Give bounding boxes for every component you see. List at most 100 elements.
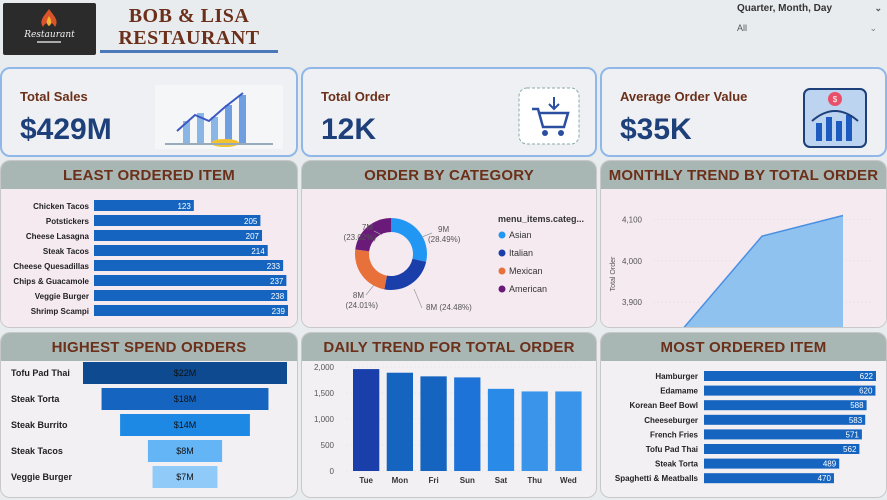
data-label: 571 bbox=[846, 430, 860, 439]
daily-column-chart: 0 500 1,000 1,500 2,000 Tue Mon Fri Sun Sat Thu Wed bbox=[314, 363, 582, 485]
x-tick-label: Sat bbox=[495, 476, 508, 485]
bar bbox=[94, 260, 284, 271]
legend-marker bbox=[498, 285, 506, 293]
y-tick-label: 500 bbox=[321, 441, 335, 450]
kpi-label: Average Order Value bbox=[620, 89, 748, 104]
data-label: 470 bbox=[818, 474, 832, 483]
panel-title: DAILY TREND FOR TOTAL ORDER bbox=[302, 333, 596, 361]
category-label: Shrimp Scampi bbox=[31, 307, 89, 316]
x-tick-label: Mon bbox=[392, 476, 409, 485]
slice-label: (28.49%) bbox=[428, 235, 461, 244]
dashboard-title: BOB & LISA RESTAURANT bbox=[100, 5, 278, 53]
kpi-value: $429M bbox=[20, 113, 112, 146]
bar bbox=[94, 275, 287, 286]
donut-slice bbox=[391, 218, 427, 262]
legend-entry: American bbox=[509, 284, 547, 294]
y-tick-label: 4,000 bbox=[622, 257, 643, 266]
category-label: Veggie Burger bbox=[11, 472, 73, 482]
money-chart-icon: $ bbox=[803, 88, 867, 148]
donut-slice bbox=[384, 258, 427, 290]
donut-slice bbox=[355, 249, 387, 290]
legend-marker bbox=[498, 267, 506, 275]
bar bbox=[353, 369, 380, 471]
date-slicer[interactable]: Quarter, Month, Day ⌄ All ⌄ bbox=[737, 3, 882, 34]
kpi-label: Total Sales bbox=[20, 89, 88, 104]
shopping-cart-icon bbox=[518, 87, 580, 145]
panel-title: MONTHLY TREND BY TOTAL ORDER bbox=[601, 161, 886, 189]
data-label: 205 bbox=[244, 217, 258, 226]
bar bbox=[521, 391, 548, 471]
data-label: 583 bbox=[849, 416, 863, 425]
category-label: Chicken Tacos bbox=[33, 202, 89, 211]
category-label: Tofu Pad Thai bbox=[11, 368, 70, 378]
legend-title: menu_items.categ... bbox=[498, 214, 584, 224]
bar bbox=[704, 385, 876, 396]
slice-label: 8M (24.48%) bbox=[426, 303, 472, 312]
bar bbox=[94, 305, 288, 316]
y-tick-label: 2,000 bbox=[314, 363, 335, 372]
y-tick-label: 0 bbox=[330, 467, 335, 476]
leader-line bbox=[365, 284, 375, 296]
category-donut-chart: 9M(28.49%) 8M (24.48%) 8M(24.01%) 7M(23.02%… bbox=[344, 214, 585, 312]
chevron-down-icon[interactable]: ⌄ bbox=[874, 3, 882, 14]
slice-label: 9M bbox=[438, 225, 449, 234]
data-label: 238 bbox=[271, 292, 285, 301]
bar bbox=[420, 376, 447, 471]
bar bbox=[555, 391, 582, 471]
bar-chart-illustration-icon bbox=[155, 85, 283, 149]
data-label: $14M bbox=[174, 420, 197, 430]
bar bbox=[704, 414, 866, 425]
bar bbox=[94, 245, 268, 256]
bar bbox=[454, 377, 481, 471]
data-label: 620 bbox=[859, 387, 873, 396]
legend-entry: Italian bbox=[509, 248, 533, 258]
data-label: 123 bbox=[177, 202, 191, 211]
category-label: Steak Torta bbox=[11, 394, 60, 404]
bar bbox=[386, 372, 414, 471]
legend-entry: Mexican bbox=[509, 266, 543, 276]
y-tick-label: 1,500 bbox=[314, 389, 335, 398]
panel-title: MOST ORDERED ITEM bbox=[601, 333, 886, 361]
data-label: 622 bbox=[860, 372, 874, 381]
bar bbox=[94, 215, 261, 226]
logo-text: Restaurant bbox=[24, 30, 75, 40]
legend-marker bbox=[498, 231, 506, 239]
data-label: $18M bbox=[174, 394, 197, 404]
bar bbox=[704, 371, 876, 381]
data-label: 207 bbox=[246, 232, 260, 241]
monthly-area-chart: Total Order3,9004,0004,100FebruaryJanuar… bbox=[610, 214, 871, 327]
category-label: Tofu Pad Thai bbox=[646, 445, 698, 454]
bar bbox=[704, 400, 867, 411]
category-label: Hamburger bbox=[655, 372, 698, 381]
category-label: Cheeseburger bbox=[644, 416, 698, 425]
title-line-2: RESTAURANT bbox=[118, 27, 260, 49]
data-label: $7M bbox=[176, 472, 194, 482]
restaurant-logo: Restaurant bbox=[3, 3, 96, 55]
y-axis-title: Total Order bbox=[610, 256, 617, 291]
slicer-value: All bbox=[737, 23, 748, 33]
panel-daily-trend: DAILY TREND FOR TOTAL ORDER 0 500 1,000 1,5… bbox=[301, 332, 597, 498]
data-label: $8M bbox=[176, 446, 194, 456]
y-tick-label: 4,100 bbox=[622, 216, 643, 225]
panel-title: ORDER BY CATEGORY bbox=[302, 161, 596, 189]
chevron-down-icon[interactable]: ⌄ bbox=[869, 23, 877, 34]
category-label: Steak Burrito bbox=[11, 420, 68, 430]
kpi-average-order-value: Average Order Value $35K $ bbox=[600, 67, 887, 157]
category-label: Cheese Lasagna bbox=[26, 232, 90, 241]
bar bbox=[704, 429, 862, 440]
least-ordered-chart: Chicken Tacos 123 Potstickers 205 Cheese Las… bbox=[13, 200, 288, 316]
legend-entry: Asian bbox=[509, 230, 532, 240]
kpi-label: Total Order bbox=[321, 89, 391, 104]
kpi-value: 12K bbox=[321, 113, 377, 146]
bar bbox=[94, 290, 288, 301]
data-label: 237 bbox=[270, 277, 284, 286]
legend-marker bbox=[498, 249, 506, 257]
logo-flame-icon bbox=[37, 9, 61, 43]
x-tick-label: Sun bbox=[460, 476, 475, 485]
panel-monthly-trend: MONTHLY TREND BY TOTAL ORDER Total Order… bbox=[600, 160, 887, 328]
area-fill bbox=[684, 215, 843, 327]
slice-label: (24.01%) bbox=[346, 301, 379, 310]
x-tick-label: Tue bbox=[359, 476, 373, 485]
category-label: Chips & Guacamole bbox=[13, 277, 89, 286]
panel-most-ordered: MOST ORDERED ITEM Hamburger 622 Edamame 620… bbox=[600, 332, 887, 498]
